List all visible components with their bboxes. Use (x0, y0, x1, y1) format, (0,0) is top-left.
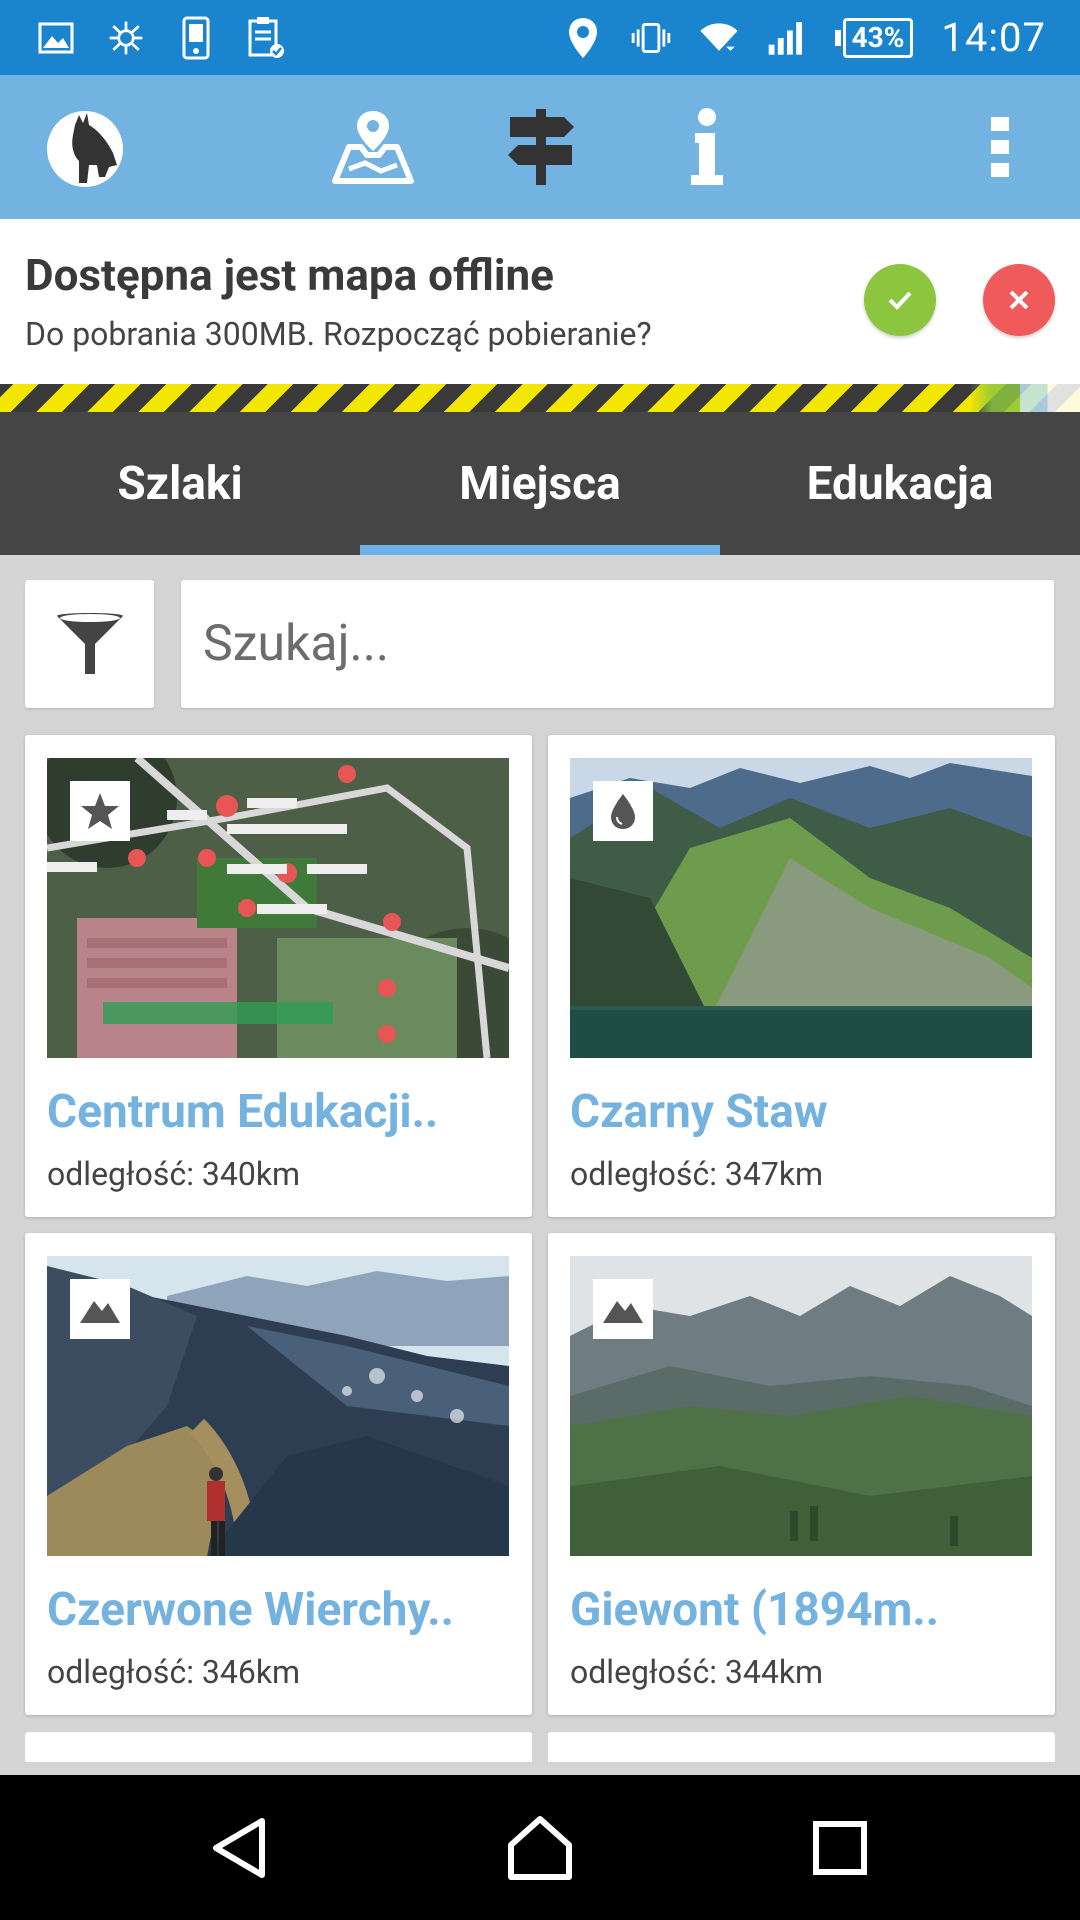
banner-subtitle: Do pobrania 300MB. Rozpocząć pobieranie? (25, 315, 652, 353)
signpost-icon[interactable] (496, 75, 586, 219)
place-card-partial[interactable] (25, 1732, 532, 1762)
accept-download-button[interactable] (864, 264, 936, 336)
water-drop-icon (593, 781, 653, 841)
tab-bar: Szlaki Miejsca Edukacja (0, 412, 1080, 555)
place-distance: odległość: 340km (47, 1155, 301, 1193)
filter-button[interactable] (25, 580, 154, 708)
phone-notification-icon (176, 16, 216, 59)
place-title: Czerwone Wierchy.. (47, 1583, 454, 1637)
place-card-partial[interactable] (548, 1732, 1055, 1762)
place-image (570, 758, 1032, 1058)
place-title: Centrum Edukacji.. (47, 1085, 439, 1139)
battery-indicator: 43% (834, 17, 914, 58)
back-icon[interactable] (180, 1775, 300, 1920)
logo-icon[interactable] (40, 75, 130, 219)
place-title: Czarny Staw (570, 1085, 828, 1139)
offline-map-banner: Dostępna jest mapa offline Do pobrania 3… (0, 219, 1080, 384)
map-icon[interactable] (328, 75, 418, 219)
place-distance: odległość: 347km (570, 1155, 824, 1193)
home-icon[interactable] (480, 1775, 600, 1920)
app-toolbar (0, 75, 1080, 219)
weather-notification-icon (106, 18, 146, 58)
place-title: Giewont (1894m.. (570, 1583, 940, 1637)
system-nav-bar (0, 1775, 1080, 1920)
decline-download-button[interactable] (983, 264, 1055, 336)
mountain-icon (593, 1279, 653, 1339)
place-card[interactable]: Centrum Edukacji.. odległość: 340km (25, 735, 532, 1217)
filter-icon (56, 613, 123, 674)
star-icon (70, 781, 130, 841)
place-card[interactable]: Czerwone Wierchy.. odległość: 346km (25, 1233, 532, 1715)
place-card[interactable]: Giewont (1894m.. odległość: 344km (548, 1233, 1055, 1715)
app-screen: 43% 14:07 Dostępna jest mapa offline Do … (0, 0, 1080, 1920)
stripe-end-accent (970, 384, 1080, 412)
gallery-notification-icon (36, 18, 76, 58)
place-distance: odległość: 344km (570, 1653, 824, 1691)
tab-miejsca[interactable]: Miejsca (360, 412, 720, 555)
more-options-icon[interactable] (970, 75, 1030, 219)
check-icon (888, 291, 912, 310)
wifi-icon (699, 18, 739, 58)
clock: 14:07 (941, 14, 1046, 61)
cell-signal-icon (767, 18, 807, 58)
tab-edukacja[interactable]: Edukacja (720, 412, 1080, 555)
recent-apps-icon[interactable] (780, 1775, 900, 1920)
place-image (570, 1256, 1032, 1556)
clipboard-notification-icon (246, 16, 286, 58)
close-icon (1009, 290, 1029, 310)
mountain-icon (70, 1279, 130, 1339)
banner-title: Dostępna jest mapa offline (25, 249, 554, 301)
place-image (47, 1256, 509, 1556)
vibrate-icon (631, 18, 671, 58)
tab-szlaki[interactable]: Szlaki (0, 412, 360, 555)
hazard-stripe-divider (0, 384, 1080, 412)
status-bar: 43% 14:07 (0, 0, 1080, 75)
place-distance: odległość: 346km (47, 1653, 301, 1691)
search-input[interactable]: Szukaj... (181, 580, 1054, 708)
place-image (47, 758, 509, 1058)
info-icon[interactable] (662, 75, 752, 219)
battery-level: 43% (842, 17, 914, 58)
location-icon (563, 17, 603, 58)
place-card[interactable]: Czarny Staw odległość: 347km (548, 735, 1055, 1217)
